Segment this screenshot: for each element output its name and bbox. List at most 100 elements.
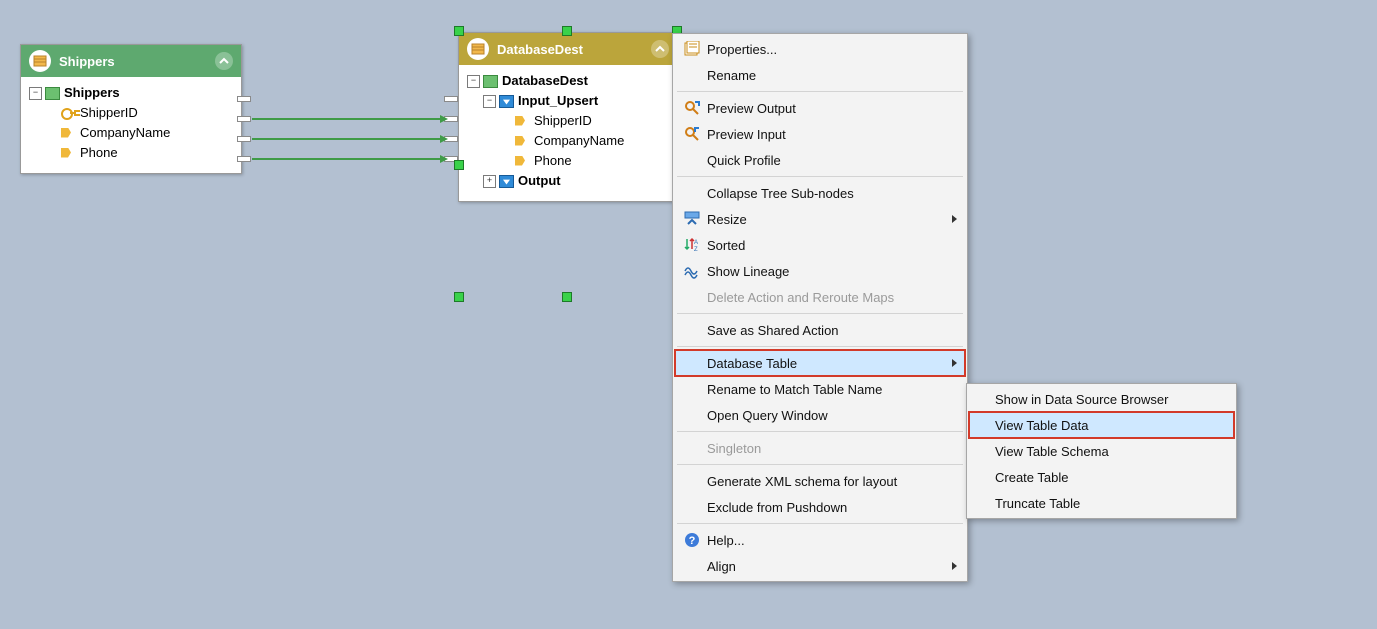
expand-icon[interactable]: + (483, 175, 496, 188)
tree-field[interactable]: CompanyName (45, 123, 233, 143)
submenu-create[interactable]: Create Table (969, 464, 1234, 490)
node-dest-title: DatabaseDest (497, 42, 651, 57)
svg-text:Z: Z (694, 247, 698, 253)
connector-line[interactable] (252, 158, 442, 160)
menu-label: Truncate Table (995, 496, 1080, 511)
menu-rename[interactable]: Rename (675, 62, 965, 88)
menu-label: Exclude from Pushdown (707, 500, 847, 515)
submenu-view-schema[interactable]: View Table Schema (969, 438, 1234, 464)
menu-database-table[interactable]: Database Table (675, 350, 965, 376)
menu-label: Properties... (707, 42, 777, 57)
menu-label: Database Table (707, 356, 797, 371)
blank-icon (681, 406, 703, 424)
menu-resize[interactable]: Resize (675, 206, 965, 232)
menu-properties[interactable]: Properties... (675, 36, 965, 62)
blank-icon (681, 151, 703, 169)
menu-label: Singleton (707, 441, 761, 456)
output-port[interactable] (237, 156, 251, 162)
node-shippers-header[interactable]: Shippers (21, 45, 241, 77)
node-dest-header[interactable]: DatabaseDest (459, 33, 677, 65)
menu-gen-xml[interactable]: Generate XML schema for layout (675, 468, 965, 494)
submenu-view-data[interactable]: View Table Data (969, 412, 1234, 438)
blank-icon (681, 472, 703, 490)
tree-root-label: DatabaseDest (502, 72, 588, 90)
field-label: Phone (534, 152, 572, 170)
menu-save-shared[interactable]: Save as Shared Action (675, 317, 965, 343)
menu-label: Preview Output (707, 101, 796, 116)
spacer (45, 148, 58, 159)
collapse-icon[interactable]: − (483, 95, 496, 108)
connector-arrow (440, 135, 448, 143)
menu-open-query[interactable]: Open Query Window (675, 402, 965, 428)
menu-rename-match[interactable]: Rename to Match Table Name (675, 376, 965, 402)
blank-icon (681, 498, 703, 516)
output-port[interactable] (237, 136, 251, 142)
menu-show-lineage[interactable]: Show Lineage (675, 258, 965, 284)
resize-handle[interactable] (454, 26, 464, 36)
field-label: Phone (80, 144, 118, 162)
blank-icon (681, 321, 703, 339)
table-node-icon (483, 75, 498, 88)
menu-label: Sorted (707, 238, 745, 253)
resize-handle[interactable] (454, 160, 464, 170)
menu-label: Rename to Match Table Name (707, 382, 882, 397)
menu-align[interactable]: Align (675, 553, 965, 579)
tree-input-label: Input_Upsert (518, 92, 598, 110)
collapse-icon[interactable]: − (467, 75, 480, 88)
preview-output-icon (681, 99, 703, 117)
menu-label: Delete Action and Reroute Maps (707, 290, 894, 305)
menu-delete-action: Delete Action and Reroute Maps (675, 284, 965, 310)
menu-label: Show in Data Source Browser (995, 392, 1168, 407)
properties-icon (681, 40, 703, 58)
submenu-truncate[interactable]: Truncate Table (969, 490, 1234, 516)
column-icon (515, 135, 530, 148)
resize-handle[interactable] (562, 26, 572, 36)
field-label: CompanyName (80, 124, 170, 142)
node-databasedest[interactable]: DatabaseDest − DatabaseDest − Input_Upse… (458, 32, 678, 202)
tree-input[interactable]: − Input_Upsert (483, 91, 669, 111)
chevron-up-icon[interactable] (651, 40, 669, 58)
menu-preview-input[interactable]: Preview Input (675, 121, 965, 147)
node-shippers-title: Shippers (59, 54, 215, 69)
context-menu[interactable]: Properties... Rename Preview Output Prev… (672, 33, 968, 582)
menu-separator (677, 313, 963, 314)
resize-handle[interactable] (562, 292, 572, 302)
field-label: ShipperID (534, 112, 592, 130)
blank-icon (681, 439, 703, 457)
tree-field[interactable]: ShipperID (45, 103, 233, 123)
blank-icon (681, 354, 703, 372)
resize-handle[interactable] (454, 292, 464, 302)
tree-field[interactable]: ShipperID (499, 111, 669, 131)
submenu-show-browser[interactable]: Show in Data Source Browser (969, 386, 1234, 412)
tree-field[interactable]: CompanyName (499, 131, 669, 151)
menu-exclude-pushdown[interactable]: Exclude from Pushdown (675, 494, 965, 520)
node-shippers[interactable]: Shippers − Shippers ShipperID CompanyNam… (20, 44, 242, 174)
output-port[interactable] (237, 116, 251, 122)
tree-root[interactable]: − DatabaseDest (467, 71, 669, 91)
column-icon (61, 127, 76, 140)
menu-preview-output[interactable]: Preview Output (675, 95, 965, 121)
input-port[interactable] (444, 96, 458, 102)
output-icon (499, 175, 514, 188)
tree-root[interactable]: − Shippers (29, 83, 233, 103)
spacer (499, 156, 512, 167)
blank-icon (681, 66, 703, 84)
connector-line[interactable] (252, 138, 442, 140)
tree-field[interactable]: Phone (45, 143, 233, 163)
menu-collapse[interactable]: Collapse Tree Sub-nodes (675, 180, 965, 206)
collapse-icon[interactable]: − (29, 87, 42, 100)
menu-quick-profile[interactable]: Quick Profile (675, 147, 965, 173)
key-icon (61, 107, 76, 120)
tree-field[interactable]: Phone (499, 151, 669, 171)
sorted-icon: AZ (681, 236, 703, 254)
menu-sorted[interactable]: AZ Sorted (675, 232, 965, 258)
menu-label: Create Table (995, 470, 1068, 485)
menu-help[interactable]: ? Help... (675, 527, 965, 553)
connector-line[interactable] (252, 118, 442, 120)
menu-label: Preview Input (707, 127, 786, 142)
tree-output[interactable]: + Output (483, 171, 669, 191)
menu-separator (677, 346, 963, 347)
submenu-database-table[interactable]: Show in Data Source Browser View Table D… (966, 383, 1237, 519)
output-port[interactable] (237, 96, 251, 102)
chevron-up-icon[interactable] (215, 52, 233, 70)
